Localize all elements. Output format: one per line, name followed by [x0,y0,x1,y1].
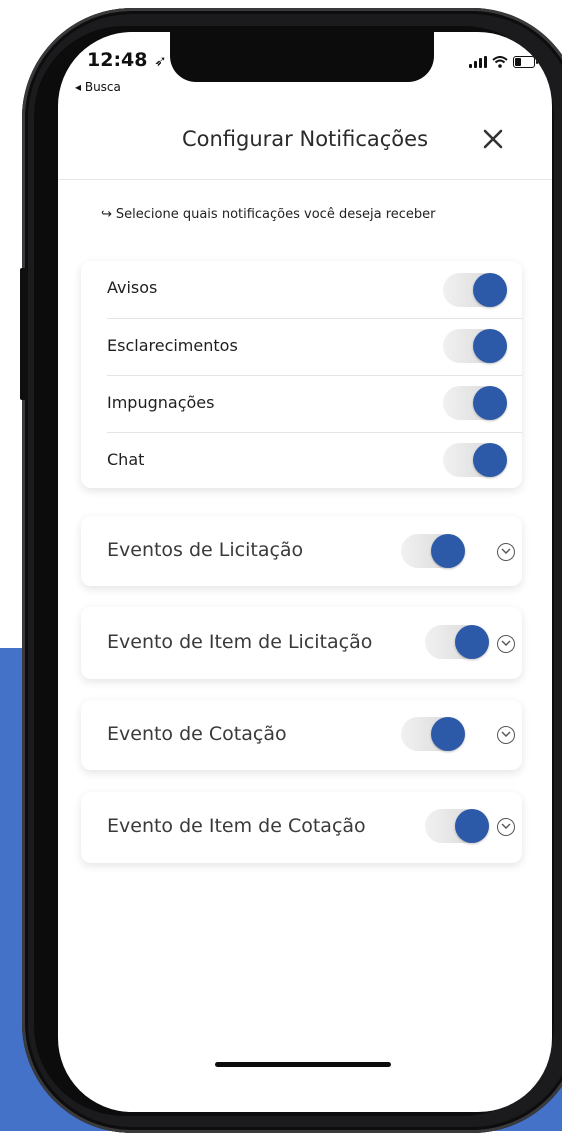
location-icon: ➶ [154,52,167,70]
list-item: Esclarecimentos [81,318,522,375]
chevron-down-icon[interactable] [497,635,515,653]
avisos-toggle[interactable] [443,273,507,307]
chevron-down-icon[interactable] [497,818,515,836]
event-group-label: Evento de Cotação [107,723,287,745]
back-to-search-link[interactable]: ◂ Busca [75,80,121,94]
phone-notch [170,32,434,82]
battery-icon [513,56,538,68]
evento-item-cotacao-toggle[interactable] [425,809,489,843]
close-icon[interactable] [482,128,504,150]
evento-cotacao-toggle[interactable] [401,717,465,751]
toggle-knob [455,809,489,843]
phone-screen: 12:48 ➶ ◂ Busca Configurar Notificações … [58,32,552,1112]
status-time: 12:48 ➶ [87,49,167,71]
list-item: Chat [81,432,522,488]
toggle-knob [473,443,507,477]
evento-item-licitacao-toggle[interactable] [425,625,489,659]
page-title: Configurar Notificações [181,127,429,151]
notification-label: Avisos [107,278,158,297]
status-icons [469,56,538,68]
event-group-card[interactable]: Eventos de Licitação [81,516,522,586]
notification-label: Esclarecimentos [107,336,238,355]
chat-toggle[interactable] [443,443,507,477]
notification-types-card: Avisos Esclarecimentos Impugnações Chat [81,261,522,488]
event-group-label: Evento de Item de Licitação [107,631,373,653]
esclarecimentos-toggle[interactable] [443,329,507,363]
chevron-down-icon[interactable] [497,726,515,744]
toggle-knob [473,386,507,420]
header-divider [58,179,552,180]
signal-icon [469,56,487,68]
toggle-knob [431,717,465,751]
chevron-down-icon[interactable] [497,543,515,561]
home-indicator[interactable] [215,1062,391,1067]
list-item: Avisos [81,261,522,318]
toggle-knob [473,329,507,363]
toggle-knob [431,534,465,568]
notification-label: Chat [107,450,145,469]
impugnacoes-toggle[interactable] [443,386,507,420]
phone-side-button [20,268,28,400]
list-item: Impugnações [81,375,522,432]
event-group-label: Eventos de Licitação [107,539,304,561]
event-group-card[interactable]: Evento de Item de Cotação [81,792,522,863]
wifi-icon [492,56,508,68]
toggle-knob [455,625,489,659]
event-group-card[interactable]: Evento de Item de Licitação [81,607,522,679]
instruction-text: ↪ Selecione quais notificações você desej… [101,207,436,222]
eventos-licitacao-toggle[interactable] [401,534,465,568]
event-group-card[interactable]: Evento de Cotação [81,700,522,770]
arrow-icon: ↪ [101,207,112,222]
toggle-knob [473,273,507,307]
notification-label: Impugnações [107,393,215,412]
event-group-label: Evento de Item de Cotação [107,815,366,837]
